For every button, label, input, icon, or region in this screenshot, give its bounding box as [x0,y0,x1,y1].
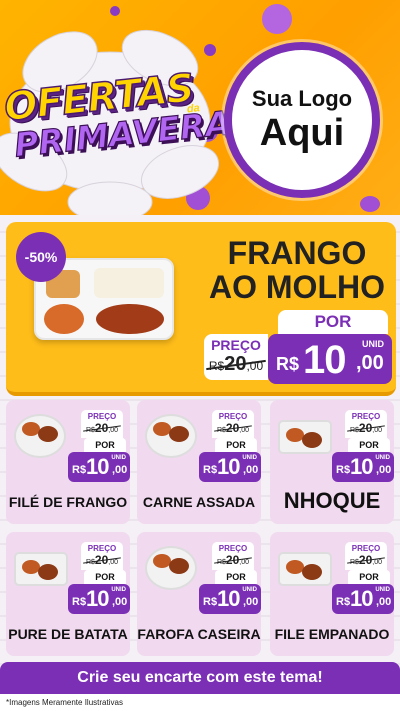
product-image [14,552,68,586]
product-name: CARNE ASSADA [142,494,256,510]
preco-label: PREÇO [351,544,381,553]
currency: R$ [336,464,351,476]
product-name: NHOQUE [283,488,381,513]
product-card[interactable]: PREÇO R$20,00 POR UNID R$ 10,00 PURE DE BATATA [6,532,130,656]
product-image [145,546,197,590]
discount-badge: -50% [16,232,66,282]
unid-label: UNID [375,455,390,461]
price-integer: 10 [86,454,110,479]
hero-price-integer: 10 [303,338,346,382]
unid-label: UNID [375,587,390,593]
unid-label: UNID [242,587,257,593]
product-image [278,552,332,586]
por-label: POR [348,570,390,584]
flower-decoration [110,6,120,16]
preco-label: PREÇO [351,412,381,421]
product-name: PURE DE BATATA [8,626,128,642]
hero-product-name: FRANGO AO MOLHO [202,236,392,304]
price-decimal: ,00 [112,596,128,608]
price-box: UNID R$ 10,00 [68,584,130,614]
product-name: FILÉ DE FRANGO [8,494,128,510]
old-price: R$20,00 [345,421,387,435]
price-box: UNID R$ 10,00 [332,584,394,614]
currency: R$ [203,464,218,476]
currency: R$ [203,596,218,608]
preco-label: PREÇO [87,544,117,553]
price-decimal: ,00 [243,464,259,476]
por-label: POR [84,438,126,452]
price-integer: 10 [350,586,374,611]
price-integer: 10 [217,586,241,611]
hero-unid-label: UNID [362,339,384,349]
logo-placeholder[interactable]: Sua Logo Aqui [224,42,380,198]
hero-price-box: UNID R$ 10 ,00 [268,334,392,384]
cta-banner[interactable]: Crie seu encarte com este tema! [0,662,400,694]
por-label: POR [215,570,257,584]
currency: R$ [72,596,87,608]
old-price-box: PREÇO R$20,00 [212,410,254,438]
old-price: R$20,00 [345,553,387,567]
product-image [14,414,66,458]
old-price: R$20,00 [81,421,123,435]
old-price: R$20,00 [212,553,254,567]
preco-label: PREÇO [218,544,248,553]
flower-decoration [360,196,380,212]
old-price-box: PREÇO R$20,00 [345,542,387,570]
currency: R$ [336,596,351,608]
old-price: R$20,00 [81,553,123,567]
por-label: POR [348,438,390,452]
hero-por-label: POR [278,310,388,334]
logo-small-text: Sua Logo [251,86,353,111]
old-price: R$20,00 [212,421,254,435]
unid-label: UNID [242,455,257,461]
old-price-box: PREÇO R$20,00 [212,542,254,570]
price-integer: 10 [86,586,110,611]
old-price-box: PREÇO R$20,00 [81,410,123,438]
product-image [278,420,332,454]
footnote: *Imagens Meramente Ilustrativas [0,694,400,711]
preco-label: PREÇO [218,412,248,421]
price-decimal: ,00 [376,596,392,608]
old-price-box: PREÇO R$20,00 [81,542,123,570]
header-banner: OFERTAS PRIMAVERA da Sua Logo Aqui [0,0,400,215]
product-card[interactable]: PREÇO R$20,00 POR UNID R$ 10,00 CARNE ASSADA [137,400,261,524]
product-card[interactable]: PREÇO R$20,00 POR UNID R$ 10,00 FILÉ DE FRANGO [6,400,130,524]
price-box: UNID R$ 10,00 [199,452,261,482]
hero-offer[interactable]: -50% FRANGO AO MOLHO POR PREÇO R$20,00 U… [6,222,396,396]
price-integer: 10 [350,454,374,479]
por-label: POR [215,438,257,452]
product-image [145,414,197,458]
currency: R$ [72,464,87,476]
price-box: UNID R$ 10,00 [199,584,261,614]
hero-preco-label: PREÇO [211,337,261,353]
price-box: UNID R$ 10,00 [332,452,394,482]
product-card[interactable]: PREÇO R$20,00 POR UNID R$ 10,00 FAROFA CASEIRA [137,532,261,656]
price-box: UNID R$ 10,00 [68,452,130,482]
price-integer: 10 [217,454,241,479]
title-da: da [186,102,201,116]
preco-label: PREÇO [87,412,117,421]
price-decimal: ,00 [376,464,392,476]
old-price-box: PREÇO R$20,00 [345,410,387,438]
hero-currency: R$ [276,354,300,374]
product-name: FILE EMPANADO [274,626,390,642]
product-card[interactable]: PREÇO R$20,00 POR UNID R$ 10,00 NHOQUE [270,400,394,524]
product-name: FAROFA CASEIRA [137,626,261,642]
logo-big-text: Aqui [259,112,345,154]
unid-label: UNID [111,587,126,593]
por-label: POR [84,570,126,584]
product-card[interactable]: PREÇO R$20,00 POR UNID R$ 10,00 FILE EMPANADO [270,532,394,656]
hero-old-price-box: PREÇO R$20,00 [204,334,268,380]
unid-label: UNID [111,455,126,461]
hero-name-line2: AO MOLHO [209,269,385,305]
hero-price-decimal: ,00 [356,352,384,374]
flower-decoration [262,4,292,34]
hero-old-price: R$20,00 [204,353,268,376]
price-decimal: ,00 [112,464,128,476]
price-decimal: ,00 [243,596,259,608]
hero-name-line1: FRANGO [227,235,367,271]
